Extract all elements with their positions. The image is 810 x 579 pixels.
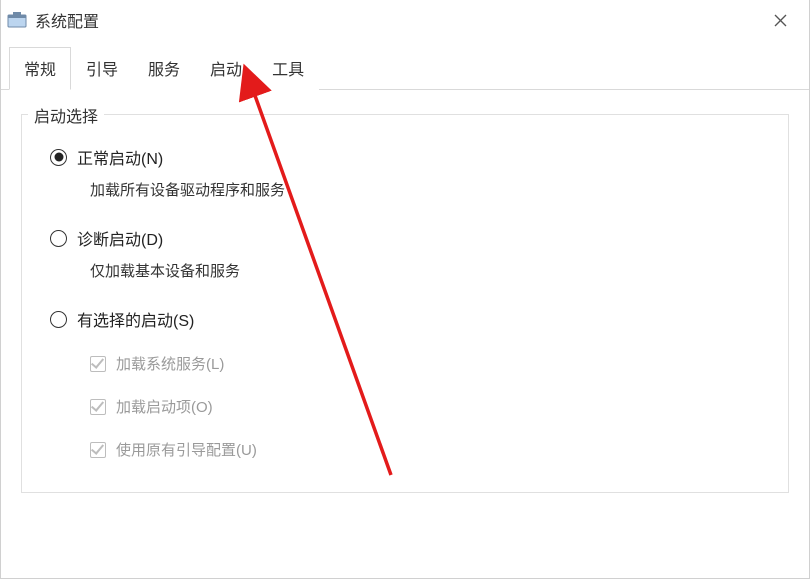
radio-icon — [50, 149, 67, 166]
window: 系统配置 常规 引导 服务 启动 工具 启动选择 正常启动(N) 加载所有设备驱… — [0, 0, 810, 579]
tab-boot[interactable]: 引导 — [71, 47, 133, 90]
checkbox-icon — [90, 399, 106, 415]
tab-label: 启动 — [210, 62, 242, 79]
checkbox-label: 加载系统服务(L) — [116, 353, 224, 374]
tab-startup[interactable]: 启动 — [195, 47, 257, 90]
tab-label: 服务 — [148, 62, 180, 79]
radio-icon — [50, 311, 67, 328]
checkbox-icon — [90, 356, 106, 372]
option-normal: 正常启动(N) 加载所有设备驱动程序和服务 — [50, 145, 760, 200]
msconfig-icon — [7, 11, 27, 29]
checkbox-load-services: 加载系统服务(L) — [90, 353, 760, 374]
tab-label: 常规 — [24, 62, 56, 79]
checkbox-icon — [90, 442, 106, 458]
groupbox-startup: 启动选择 正常启动(N) 加载所有设备驱动程序和服务 诊断启动(D) 仅加载基本… — [21, 114, 789, 493]
tab-services[interactable]: 服务 — [133, 47, 195, 90]
tab-label: 工具 — [272, 62, 304, 79]
tab-content: 启动选择 正常启动(N) 加载所有设备驱动程序和服务 诊断启动(D) 仅加载基本… — [1, 90, 809, 503]
group-legend: 启动选择 — [28, 103, 104, 127]
radio-label: 正常启动(N) — [77, 145, 163, 169]
checkbox-load-startup: 加载启动项(O) — [90, 396, 760, 417]
close-button[interactable] — [757, 4, 803, 36]
tab-tools[interactable]: 工具 — [257, 47, 319, 90]
checkbox-label: 加载启动项(O) — [116, 396, 213, 417]
tabstrip: 常规 引导 服务 启动 工具 — [1, 46, 809, 90]
window-title: 系统配置 — [35, 8, 757, 32]
radio-normal[interactable]: 正常启动(N) — [50, 145, 760, 169]
radio-label: 有选择的启动(S) — [77, 307, 194, 331]
radio-label: 诊断启动(D) — [77, 226, 163, 250]
titlebar: 系统配置 — [1, 0, 809, 40]
option-selective: 有选择的启动(S) 加载系统服务(L) 加载启动项(O) 使用原有引导配置(U) — [50, 307, 760, 460]
radio-selective[interactable]: 有选择的启动(S) — [50, 307, 760, 331]
checkbox-label: 使用原有引导配置(U) — [116, 439, 257, 460]
radio-diag[interactable]: 诊断启动(D) — [50, 226, 760, 250]
radio-diag-desc: 仅加载基本设备和服务 — [90, 260, 760, 281]
tab-general[interactable]: 常规 — [9, 47, 71, 90]
radio-normal-desc: 加载所有设备驱动程序和服务 — [90, 179, 760, 200]
tab-label: 引导 — [86, 62, 118, 79]
option-diag: 诊断启动(D) 仅加载基本设备和服务 — [50, 226, 760, 281]
checkbox-original-boot: 使用原有引导配置(U) — [90, 439, 760, 460]
radio-icon — [50, 230, 67, 247]
